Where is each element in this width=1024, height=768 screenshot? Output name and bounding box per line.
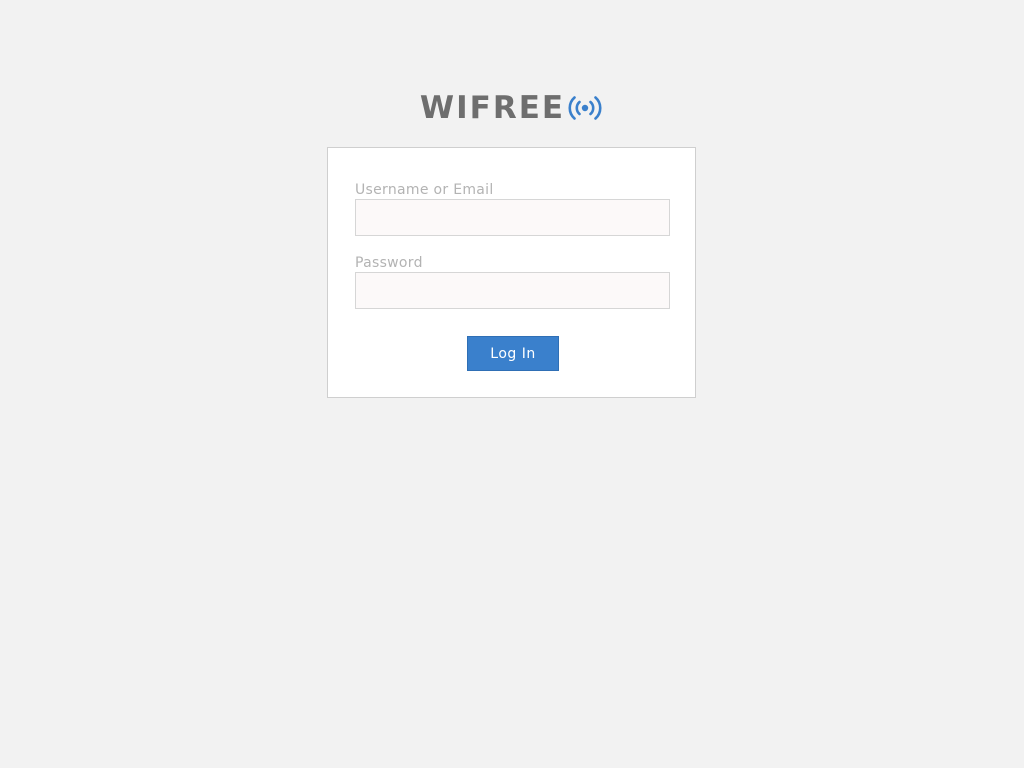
username-input[interactable] xyxy=(355,199,670,236)
logo-text: WIFREE xyxy=(419,90,566,126)
password-label: Password xyxy=(355,255,423,271)
password-input[interactable] xyxy=(355,272,670,309)
logo: WIFREE xyxy=(0,86,1024,130)
username-label: Username or Email xyxy=(355,182,494,198)
login-card: Username or Email Password Log In xyxy=(327,147,696,398)
wifi-broadcast-icon xyxy=(566,93,604,123)
login-button[interactable]: Log In xyxy=(467,336,559,371)
login-page: WIFREE Username or Email Password Log In xyxy=(0,0,1024,768)
